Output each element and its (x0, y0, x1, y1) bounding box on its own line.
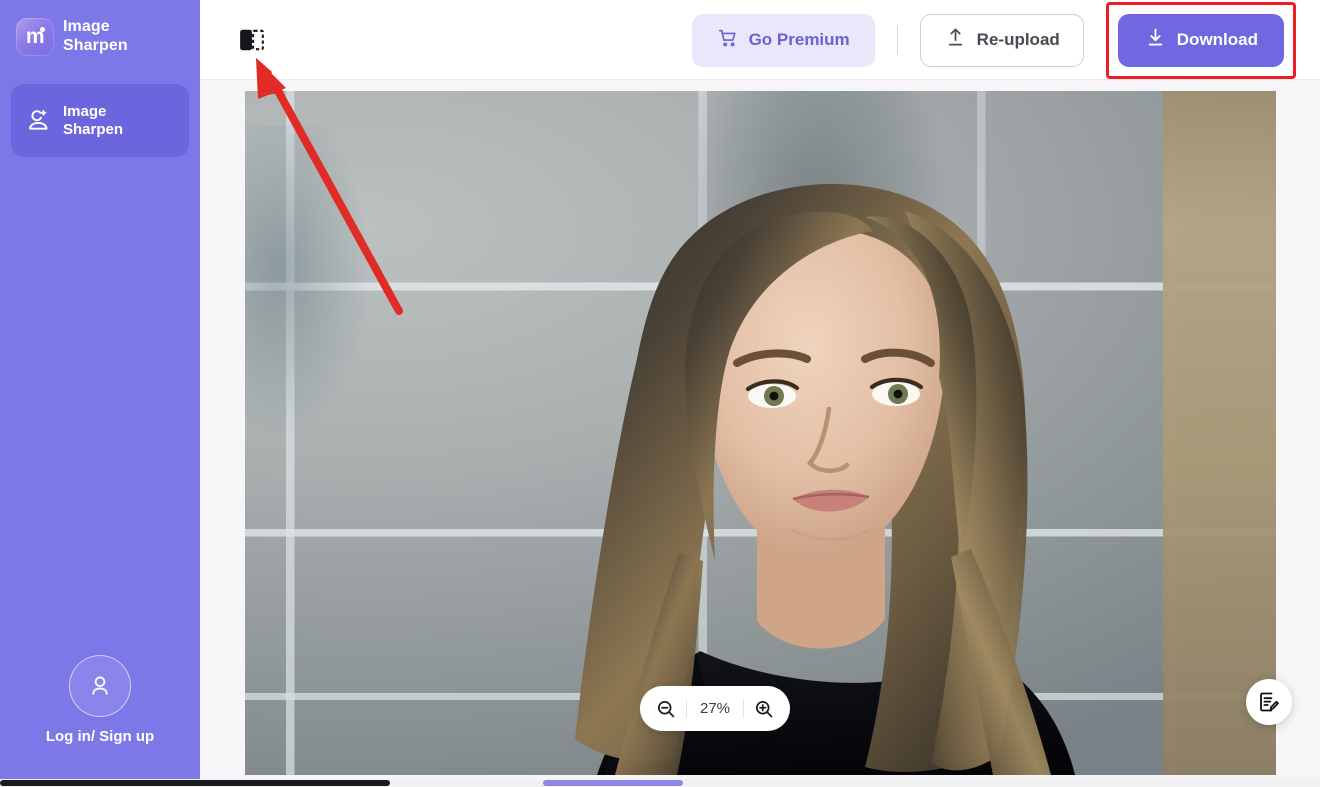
account-login-label: Log in/ Sign up (45, 728, 155, 745)
compare-split-view-icon[interactable] (238, 27, 266, 53)
download-button[interactable]: Download (1117, 13, 1284, 67)
image-canvas: 27% (200, 80, 1320, 779)
topbar: Go Premium Re-upload Download (200, 0, 1320, 80)
horizontal-scrollbar-thumb[interactable] (0, 780, 390, 786)
re-upload-button[interactable]: Re-upload (919, 13, 1084, 67)
photo-subject (575, 183, 1075, 775)
zoom-level-value: 27% (699, 700, 731, 717)
sidebar: m Image Sharpen Image Sharpen Log in/ Si… (0, 0, 200, 779)
media-io-m-logo-icon: m (16, 18, 54, 56)
brand-title: Image Sharpen (63, 18, 128, 56)
app-root: m Image Sharpen Image Sharpen Log in/ Si… (0, 0, 1320, 787)
sidebar-nav: Image Sharpen (0, 84, 200, 157)
zoom-in-magnifier-icon[interactable] (744, 689, 784, 729)
go-premium-label: Go Premium (748, 30, 850, 49)
sidebar-item-label: Image Sharpen (63, 103, 123, 139)
horizontal-scrollbar[interactable] (0, 779, 1320, 787)
toolbar-separator (896, 25, 898, 55)
sidebar-item-label-line1: Image (63, 102, 107, 120)
horizontal-scrollbar-thumb-secondary[interactable] (543, 780, 683, 786)
zoom-out-magnifier-icon[interactable] (646, 689, 686, 729)
brand-title-line2: Sharpen (63, 37, 128, 54)
download-highlight-box: Download (1105, 1, 1296, 79)
sidebar-item-image-sharpen[interactable]: Image Sharpen (11, 84, 189, 157)
account-login[interactable]: Log in/ Sign up (0, 655, 200, 779)
top-actions: Go Premium Re-upload Download (691, 0, 1296, 80)
feedback-edit-document-icon[interactable] (1246, 679, 1292, 725)
shopping-cart-icon (717, 27, 739, 54)
download-arrow-icon (1144, 26, 1167, 54)
go-premium-button[interactable]: Go Premium (691, 13, 875, 67)
portrait-sharpen-icon (25, 107, 52, 134)
brand[interactable]: m Image Sharpen (0, 0, 200, 56)
upload-arrow-icon (944, 26, 967, 54)
download-label: Download (1176, 30, 1258, 49)
user-avatar-icon (69, 655, 131, 717)
re-upload-label: Re-upload (976, 30, 1060, 49)
brand-title-line1: Image (63, 18, 110, 36)
logo-dot (40, 27, 45, 32)
sidebar-item-label-line2: Sharpen (63, 120, 124, 138)
preview-image[interactable] (245, 91, 1276, 775)
zoom-control: 27% (640, 686, 790, 731)
